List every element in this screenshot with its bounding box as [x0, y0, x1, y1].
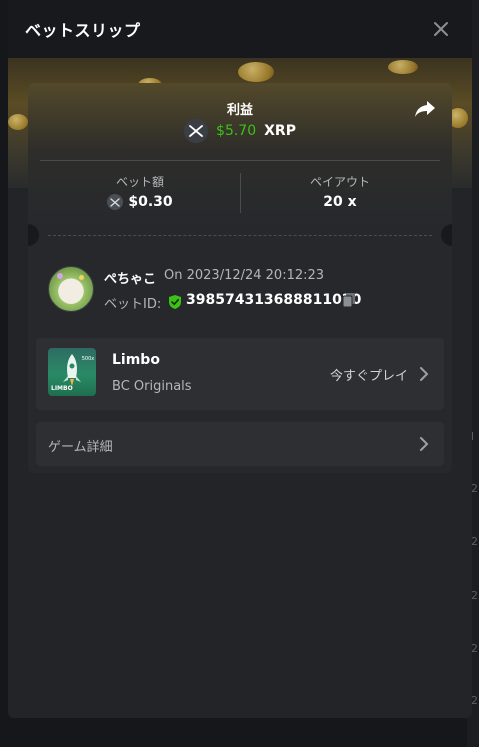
- avatar-decoration: [57, 273, 63, 279]
- shield-check-icon: [168, 294, 182, 310]
- game-thumbnail: 500x LIMBO: [48, 348, 96, 396]
- background-text: 2: [471, 589, 478, 602]
- payout-label: ペイアウト: [309, 175, 370, 189]
- game-details-row[interactable]: ゲーム詳細: [36, 422, 444, 466]
- modal-header: ベットスリップ: [8, 0, 472, 58]
- chevron-right-icon: [420, 367, 429, 381]
- profit-currency: XRP: [264, 123, 296, 139]
- game-row[interactable]: 500x LIMBO Limbo BC Originals 今すぐプレイ: [36, 338, 444, 410]
- game-name: Limbo: [112, 352, 160, 368]
- copy-icon: [342, 293, 355, 308]
- bet-amount-label: ベット額: [115, 175, 164, 189]
- bet-timestamp: On 2023/12/24 20:12:23: [164, 268, 325, 283]
- background-text: 2: [471, 535, 478, 548]
- ticket-notch-right: [441, 224, 452, 246]
- coin-decoration: [388, 60, 418, 74]
- bet-id-label: ベットID:: [104, 297, 162, 312]
- modal-title: ベットスリップ: [25, 21, 141, 40]
- bet-amount-value-row: $0.30: [40, 194, 240, 210]
- bet-amount-stat: ベット額 $0.30: [40, 173, 240, 210]
- chevron-right-icon: [420, 437, 429, 451]
- user-name[interactable]: ぺちゃこ: [104, 268, 156, 287]
- background-text: l: [471, 430, 475, 443]
- bet-id-value: 398574313688811020: [186, 292, 362, 308]
- bet-slip-modal: ベットスリップ 利益 $5.70 XRP ベット額 $0.30 ペイアウト 20…: [8, 0, 472, 718]
- profit-amount: $5.70: [216, 123, 257, 139]
- bet-amount-value: $0.30: [128, 194, 173, 210]
- game-thumb-label: LIMBO: [51, 385, 73, 392]
- payout-value: 20 x: [323, 194, 357, 210]
- avatar-decoration: [79, 275, 84, 280]
- share-icon: [415, 101, 435, 117]
- xrp-icon: [184, 119, 209, 143]
- dashed-separator: [48, 235, 432, 236]
- divider: [40, 160, 440, 161]
- coin-decoration: [8, 114, 28, 130]
- payout-stat: ペイアウト 20 x: [240, 173, 440, 210]
- xrp-icon: [107, 194, 124, 210]
- game-provider: BC Originals: [112, 379, 192, 394]
- user-info: ぺちゃこ On 2023/12/24 20:12:23 ベットID: 39857…: [48, 266, 438, 314]
- play-now-button[interactable]: 今すぐプレイ: [330, 365, 408, 384]
- close-icon: [434, 22, 448, 36]
- profit-row: $5.70 XRP: [28, 119, 452, 143]
- close-button[interactable]: [430, 18, 452, 40]
- avatar[interactable]: [48, 266, 94, 312]
- background-text: 2: [471, 642, 478, 655]
- profit-label: 利益: [226, 103, 253, 118]
- background-text: 2: [471, 482, 478, 495]
- share-button[interactable]: [414, 99, 436, 119]
- svg-text:500x: 500x: [82, 356, 95, 362]
- game-details-label: ゲーム詳細: [48, 440, 113, 455]
- copy-button[interactable]: [342, 292, 356, 308]
- bet-card: 利益 $5.70 XRP ベット額 $0.30 ペイアウト 20 x ぺちゃこ …: [28, 83, 452, 473]
- coin-decoration: [238, 62, 274, 82]
- background-text: 2: [471, 694, 478, 707]
